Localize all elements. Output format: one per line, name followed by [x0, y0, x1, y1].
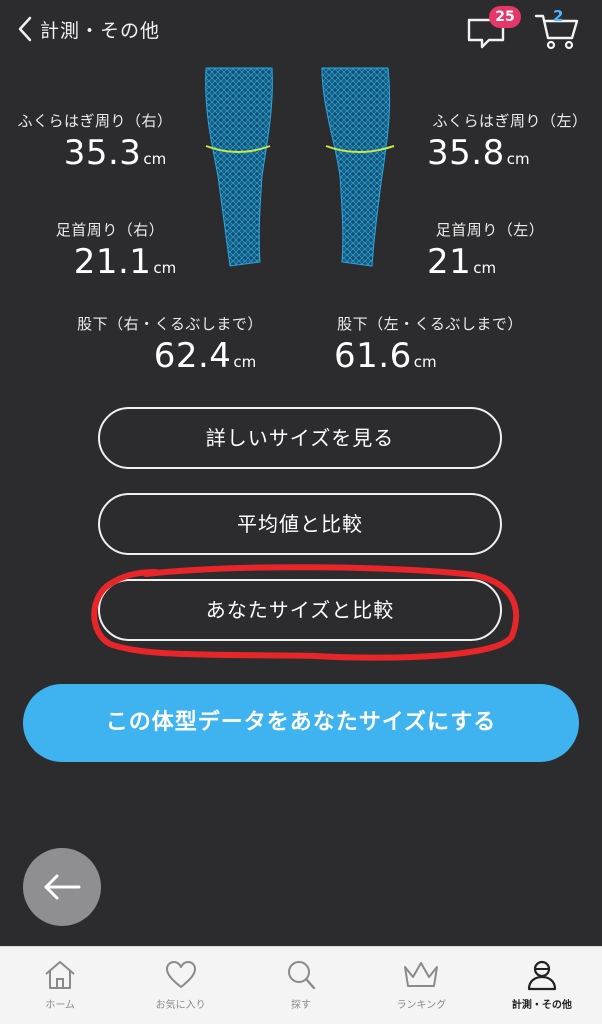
- measurement-number: 35.8: [427, 133, 505, 173]
- tab-home[interactable]: ホーム: [0, 947, 120, 1024]
- measurement-number: 61.6: [334, 336, 412, 376]
- compare-your-size-button[interactable]: あなたサイズと比較: [98, 579, 502, 641]
- measurement-value: 21 cm: [425, 242, 555, 282]
- measurement-unit: cm: [143, 150, 167, 168]
- heart-icon: [165, 961, 196, 988]
- measurement-unit: cm: [473, 259, 497, 277]
- measurement-number: 62.4: [153, 336, 232, 376]
- home-icon: [45, 961, 75, 989]
- measurement-unit: cm: [506, 150, 530, 168]
- measurement-value: 35.8 cm: [425, 133, 595, 173]
- measurement-label: ふくらはぎ周り（右）: [17, 112, 173, 130]
- cart-count: 2: [553, 7, 564, 25]
- left-leg-mesh: [321, 67, 395, 267]
- calf-left-measurement: ふくらはぎ周り（左） 35.8 cm: [425, 110, 595, 173]
- arrow-left-icon: [44, 874, 81, 900]
- cart-button[interactable]: 2: [534, 7, 584, 52]
- right-leg-mesh: [205, 67, 273, 267]
- tab-ranking[interactable]: ランキング: [361, 947, 481, 1024]
- message-count-badge: 25: [489, 6, 521, 28]
- measurement-unit: cm: [413, 353, 437, 371]
- set-as-your-size-button[interactable]: この体型データをあなたサイズにする: [23, 684, 579, 762]
- header-bar: 計測・その他 25 2: [0, 0, 602, 60]
- measurement-label: 足首周り（右）: [55, 221, 165, 239]
- measurement-label: 股下（左・くるぶしまで）: [337, 315, 523, 333]
- measurement-number: 21.1: [73, 242, 152, 282]
- measurement-label: ふくらはぎ周り（左）: [432, 112, 588, 130]
- measurement-value: 21.1 cm: [30, 242, 190, 282]
- leg-mesh-figure: [205, 67, 395, 267]
- chevron-left-icon: [18, 16, 32, 42]
- crown-icon: [404, 962, 439, 987]
- inseam-left-measurement: 股下（左・くるぶしまで） 61.6 cm: [330, 313, 530, 376]
- bottom-tab-bar: ホーム お気に入り 探す ランキング 計測・その他: [0, 946, 602, 1024]
- measurement-number: 21: [427, 242, 472, 282]
- tab-label: 探す: [291, 1000, 312, 1011]
- measurement-value: 62.4 cm: [70, 336, 270, 376]
- tab-measurement-other[interactable]: 計測・その他: [482, 947, 602, 1024]
- calf-right-measurement: ふくらはぎ周り（右） 35.3 cm: [10, 110, 180, 173]
- tab-label: ランキング: [396, 1000, 447, 1011]
- inseam-right-measurement: 股下（右・くるぶしまで） 62.4 cm: [70, 313, 270, 376]
- measurement-number: 35.3: [63, 133, 142, 173]
- tab-favorites[interactable]: お気に入り: [120, 947, 240, 1024]
- floating-back-button[interactable]: [23, 848, 101, 926]
- compare-average-button[interactable]: 平均値と比較: [98, 493, 502, 555]
- tab-search[interactable]: 探す: [241, 947, 361, 1024]
- person-icon: [527, 960, 556, 991]
- page-title: 計測・その他: [40, 19, 161, 42]
- back-button[interactable]: 計測・その他: [18, 12, 160, 46]
- ankle-right-measurement: 足首周り（右） 21.1 cm: [30, 219, 190, 282]
- tab-label: お気に入り: [155, 1000, 206, 1011]
- measurement-value: 61.6 cm: [330, 336, 530, 376]
- tab-label: ホーム: [45, 1000, 76, 1011]
- measurement-unit: cm: [153, 259, 177, 277]
- measurement-label: 股下（右・くるぶしまで）: [77, 315, 263, 333]
- search-icon: [288, 961, 316, 990]
- view-detail-sizes-button[interactable]: 詳しいサイズを見る: [98, 407, 502, 469]
- measurement-value: 35.3 cm: [10, 133, 180, 173]
- measurement-label: 足首周り（左）: [435, 221, 545, 239]
- ankle-left-measurement: 足首周り（左） 21 cm: [425, 219, 555, 282]
- messages-button[interactable]: 25: [465, 6, 521, 52]
- measurement-unit: cm: [233, 353, 257, 371]
- tab-label: 計測・その他: [511, 1000, 572, 1011]
